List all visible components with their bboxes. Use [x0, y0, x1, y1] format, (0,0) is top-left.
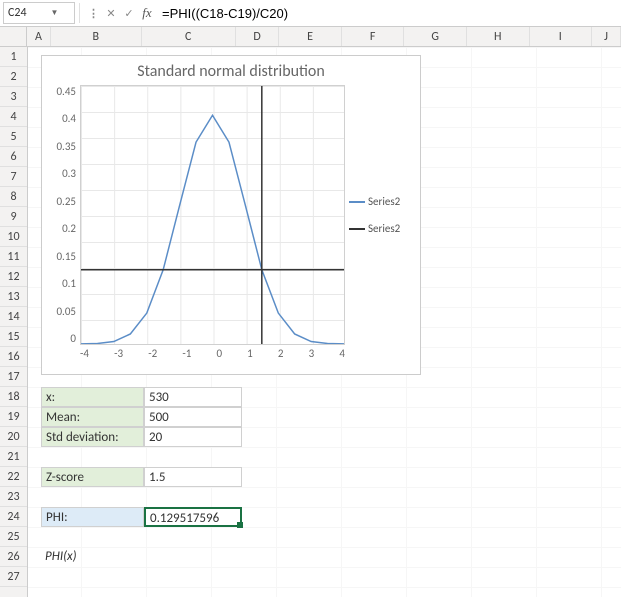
column-header[interactable]: F — [342, 27, 405, 46]
input-row-x: x: 530 — [41, 387, 242, 407]
row-zscore: Z-score 1.5 — [41, 467, 242, 487]
more-icon[interactable]: ⋮ — [84, 3, 102, 23]
cell-note[interactable]: PHI(x) — [45, 549, 77, 564]
name-box[interactable]: C24 ▼ — [3, 2, 75, 24]
chart-legend: Series2 Series2 — [345, 85, 407, 345]
cell-value[interactable]: 500 — [144, 407, 242, 427]
row-header[interactable]: 4 — [0, 107, 27, 127]
row-header[interactable]: 12 — [0, 267, 27, 287]
y-axis-ticks: 0.450.40.350.30.250.20.150.10.050 — [50, 85, 80, 345]
column-header[interactable]: H — [467, 27, 530, 46]
series-line — [81, 115, 344, 344]
column-header[interactable]: G — [404, 27, 467, 46]
column-header[interactable]: E — [279, 27, 342, 46]
column-header[interactable]: D — [236, 27, 279, 46]
row-header[interactable]: 13 — [0, 287, 27, 307]
row-header[interactable]: 23 — [0, 487, 27, 507]
formula-input[interactable] — [156, 2, 621, 24]
confirm-icon[interactable]: ✓ — [120, 3, 138, 23]
column-header[interactable]: J — [592, 27, 621, 46]
row-header[interactable]: 22 — [0, 467, 27, 487]
chart-svg — [81, 86, 344, 344]
select-all-corner[interactable] — [0, 27, 27, 46]
row-header[interactable]: 19 — [0, 407, 27, 427]
cell-label[interactable]: x: — [41, 387, 144, 407]
row-phi: PHI: 0.129517596 — [41, 507, 242, 527]
cell-value[interactable]: 20 — [144, 427, 242, 447]
row-header[interactable]: 11 — [0, 247, 27, 267]
row-header[interactable]: 10 — [0, 227, 27, 247]
cell-reference: C24 — [8, 6, 39, 20]
row-header[interactable]: 5 — [0, 127, 27, 147]
row-header[interactable]: 25 — [0, 527, 27, 547]
chart-title: Standard normal distribution — [50, 62, 412, 81]
row-header[interactable]: 17 — [0, 367, 27, 387]
plot-area — [80, 85, 345, 345]
column-header[interactable]: B — [51, 27, 141, 46]
cancel-icon[interactable]: ✕ — [102, 3, 120, 23]
row-header[interactable]: 9 — [0, 207, 27, 227]
fx-icon[interactable]: fx — [138, 3, 156, 23]
row-header[interactable]: 21 — [0, 447, 27, 467]
legend-item: Series2 — [349, 222, 407, 235]
column-header[interactable]: I — [530, 27, 593, 46]
row-header[interactable]: 20 — [0, 427, 27, 447]
cell-value[interactable]: 530 — [144, 387, 242, 407]
legend-swatch-icon — [349, 228, 365, 230]
input-row-stddev: Std deviation: 20 — [41, 427, 242, 447]
row-header[interactable]: 3 — [0, 87, 27, 107]
row-header[interactable]: 15 — [0, 327, 27, 347]
row-header[interactable]: 18 — [0, 387, 27, 407]
cells-area[interactable]: Standard normal distribution 0.450.40.35… — [28, 47, 621, 597]
row-headers: 1 2 3 4 5 6 7 8 9 10 11 12 13 14 15 16 1… — [0, 47, 28, 597]
column-header[interactable]: C — [142, 27, 236, 46]
row-header[interactable]: 27 — [0, 567, 27, 587]
cell-label[interactable]: Std deviation: — [41, 427, 144, 447]
column-headers: A B C D E F G H I J — [0, 27, 621, 47]
x-axis-ticks: -4-3-2-101234 — [80, 347, 345, 360]
row-header[interactable]: 2 — [0, 67, 27, 87]
name-box-dropdown-icon[interactable]: ▼ — [39, 8, 70, 18]
formula-bar: C24 ▼ ⋮ ✕ ✓ fx — [0, 0, 621, 27]
active-cell[interactable]: 0.129517596 — [144, 507, 242, 527]
legend-swatch-icon — [349, 201, 365, 203]
cell-label[interactable]: PHI: — [41, 507, 144, 527]
row-header[interactable]: 1 — [0, 47, 27, 67]
cell-value[interactable]: 1.5 — [144, 467, 242, 487]
row-header[interactable]: 26 — [0, 547, 27, 567]
cell-label[interactable]: Mean: — [41, 407, 144, 427]
row-header[interactable]: 6 — [0, 147, 27, 167]
cell-label[interactable]: Z-score — [41, 467, 144, 487]
row-header[interactable]: 7 — [0, 167, 27, 187]
input-row-mean: Mean: 500 — [41, 407, 242, 427]
column-header[interactable]: A — [27, 27, 51, 46]
row-header[interactable]: 8 — [0, 187, 27, 207]
row-header[interactable]: 24 — [0, 507, 27, 527]
divider — [79, 3, 80, 23]
legend-item: Series2 — [349, 195, 407, 208]
fill-handle[interactable] — [237, 522, 243, 528]
spreadsheet-grid: A B C D E F G H I J 1 2 3 4 5 6 7 8 9 10… — [0, 27, 621, 597]
row-header[interactable]: 16 — [0, 347, 27, 367]
row-header[interactable]: 14 — [0, 307, 27, 327]
chart-object[interactable]: Standard normal distribution 0.450.40.35… — [41, 55, 421, 375]
